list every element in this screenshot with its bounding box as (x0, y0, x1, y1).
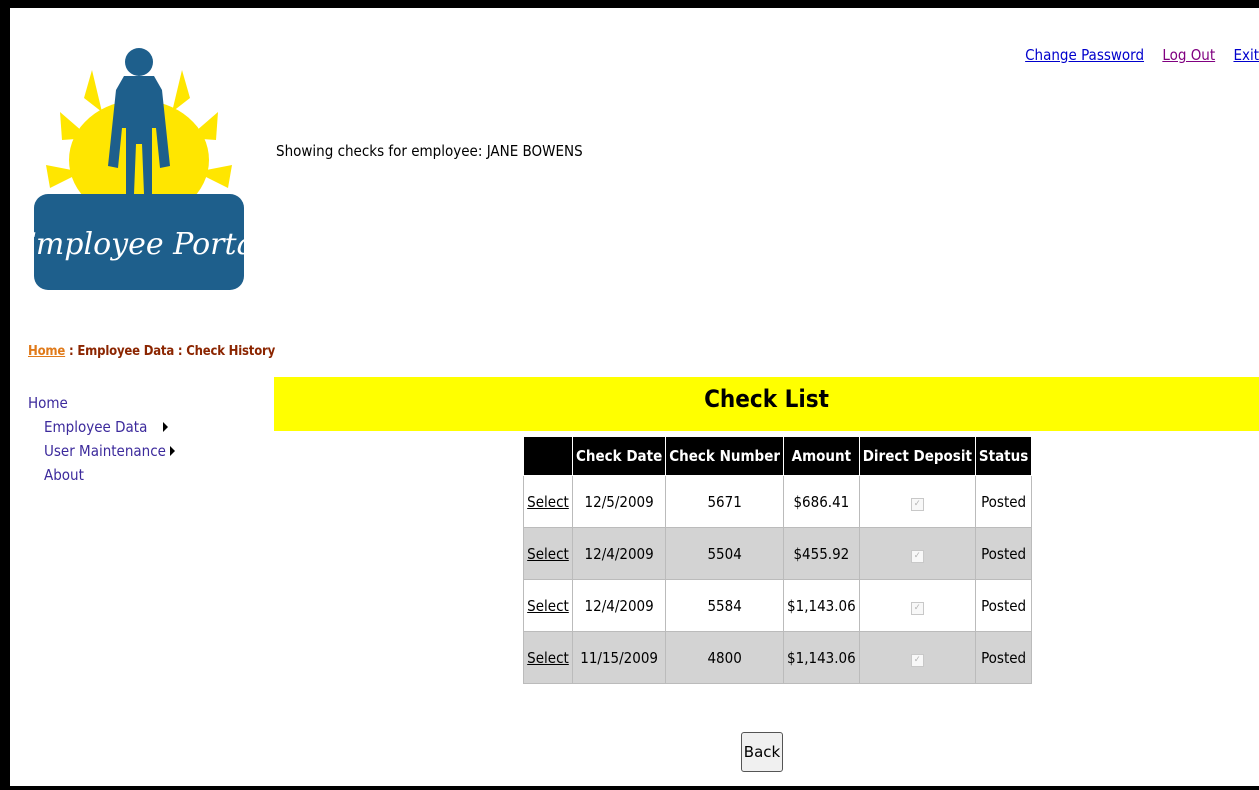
check-number-cell: 5504 (665, 527, 785, 580)
direct-deposit-cell: ✓ (858, 475, 976, 528)
menu-item-label: User Maintenance (44, 442, 166, 460)
check-list-title: Check List (704, 385, 829, 413)
menu-item-user-maintenance[interactable]: User Maintenance (44, 439, 175, 463)
top-links: Change Password Log Out Exit (1011, 46, 1259, 64)
breadcrumb-section: Employee Data (77, 344, 175, 359)
table-header-row: Check Date Check Number Amount Direct De… (523, 436, 1033, 476)
table-row: Select 12/4/2009 5584 $1,143.06 ✓ Posted (523, 579, 1033, 632)
direct-deposit-cell: ✓ (858, 631, 976, 684)
column-header-direct-deposit: Direct Deposit (858, 436, 976, 476)
select-cell: Select (523, 631, 573, 684)
check-date-cell: 11/15/2009 (571, 631, 667, 684)
direct-deposit-checkbox: ✓ (910, 498, 924, 511)
column-header-status: Status (974, 436, 1033, 476)
breadcrumb-home-link[interactable]: Home (28, 344, 65, 359)
select-link[interactable]: Select (527, 545, 569, 563)
page-frame: Change Password Log Out Exit Employee Po (10, 8, 1259, 786)
menu-item-employee-data[interactable]: Employee Data (44, 415, 175, 439)
amount-cell: $1,143.06 (783, 579, 860, 632)
showing-checks-text: Showing checks for employee: JANE BOWENS (276, 142, 583, 160)
column-header-amount: Amount (783, 436, 860, 476)
table-row: Select 12/5/2009 5671 $686.41 ✓ Posted (523, 475, 1033, 528)
amount-cell: $686.41 (783, 475, 860, 528)
logo-text: Employee Portal (32, 227, 246, 262)
status-cell: Posted (974, 475, 1033, 528)
check-number-cell: 5671 (665, 475, 785, 528)
breadcrumb-current: Check History (186, 344, 276, 359)
menu-item-label: Employee Data (44, 418, 148, 436)
direct-deposit-cell: ✓ (858, 527, 976, 580)
select-cell: Select (523, 475, 573, 528)
table-row: Select 12/4/2009 5504 $455.92 ✓ Posted (523, 527, 1033, 580)
breadcrumb-separator: : (174, 344, 187, 359)
status-cell: Posted (974, 527, 1033, 580)
select-cell: Select (523, 579, 573, 632)
check-list-table: Check Date Check Number Amount Direct De… (523, 436, 1033, 684)
submenu-arrow-icon (163, 422, 169, 432)
submenu-arrow-icon (169, 446, 175, 456)
check-number-cell: 4800 (665, 631, 785, 684)
direct-deposit-checkbox: ✓ (910, 602, 924, 615)
table-row: Select 11/15/2009 4800 $1,143.06 ✓ Poste… (523, 631, 1033, 684)
direct-deposit-checkbox: ✓ (910, 654, 924, 667)
back-button[interactable]: Back (741, 732, 783, 772)
status-cell: Posted (974, 579, 1033, 632)
select-link[interactable]: Select (527, 649, 569, 667)
select-link[interactable]: Select (527, 597, 569, 615)
check-date-cell: 12/4/2009 (571, 579, 667, 632)
amount-cell: $455.92 (783, 527, 860, 580)
status-cell: Posted (974, 631, 1033, 684)
column-header-check-date: Check Date (571, 436, 667, 476)
direct-deposit-cell: ✓ (858, 579, 976, 632)
log-out-link[interactable]: Log Out (1162, 46, 1215, 64)
amount-cell: $1,143.06 (783, 631, 860, 684)
check-date-cell: 12/5/2009 (571, 475, 667, 528)
check-date-cell: 12/4/2009 (571, 527, 667, 580)
direct-deposit-checkbox: ✓ (910, 550, 924, 563)
employee-portal-logo: Employee Portal (13, 40, 264, 298)
column-header-action (523, 436, 573, 476)
breadcrumb-separator: : (65, 344, 78, 359)
menu-item-home[interactable]: Home (28, 391, 175, 415)
breadcrumb: Home : Employee Data : Check History (28, 344, 275, 359)
exit-link[interactable]: Exit (1233, 46, 1259, 64)
select-link[interactable]: Select (527, 493, 569, 511)
menu-item-label: About (44, 466, 84, 484)
change-password-link[interactable]: Change Password (1025, 46, 1144, 64)
column-header-check-number: Check Number (665, 436, 785, 476)
select-cell: Select (523, 527, 573, 580)
menu-item-about[interactable]: About (44, 463, 175, 487)
side-menu: Home Employee Data User Maintenance Abou… (28, 391, 175, 487)
check-number-cell: 5584 (665, 579, 785, 632)
